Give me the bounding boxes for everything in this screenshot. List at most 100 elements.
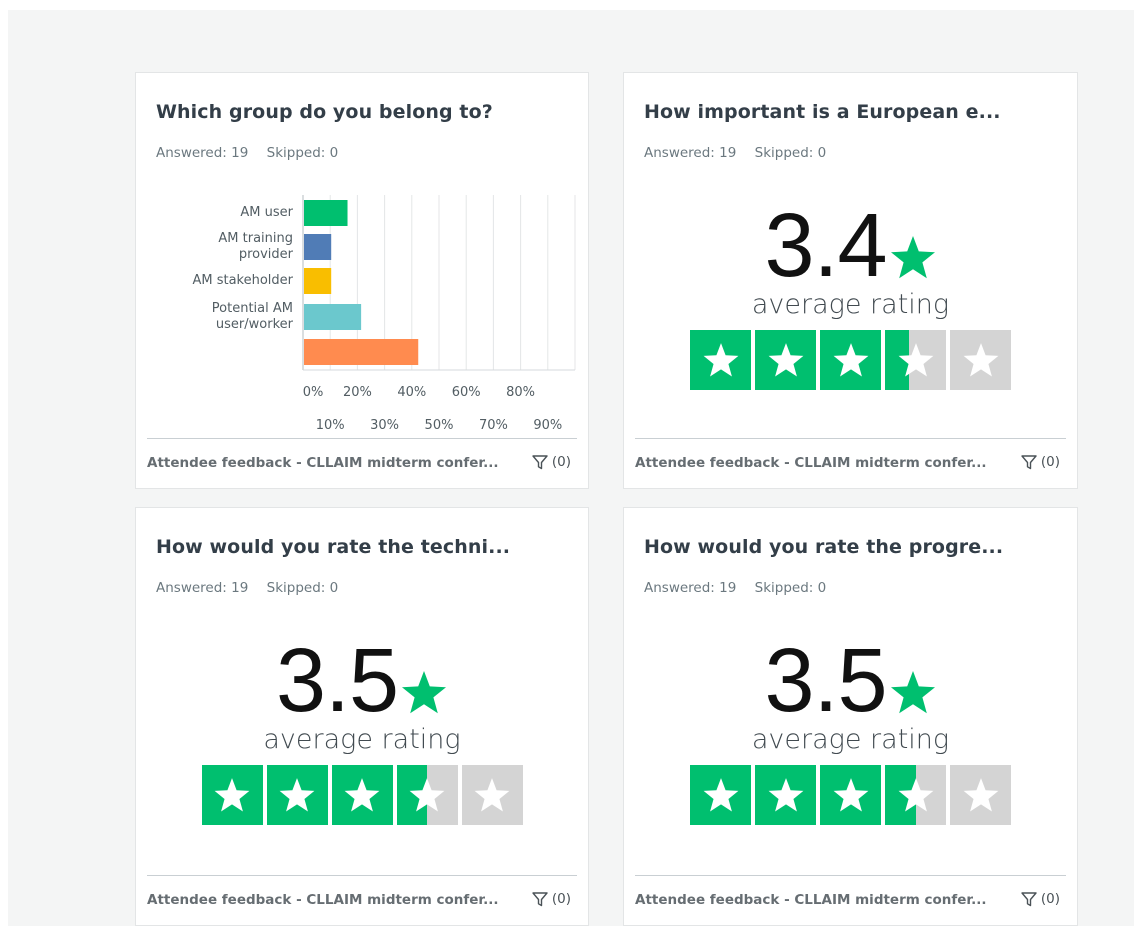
- filter-icon: [532, 892, 548, 907]
- x-tick-label: 60%: [451, 385, 481, 400]
- bar[interactable]: [304, 200, 348, 226]
- star-icon: [833, 342, 868, 376]
- rating-star-box: [950, 765, 1011, 825]
- star-icon: [344, 777, 380, 811]
- answered-count: Answered: 19: [644, 145, 737, 161]
- star-icon: [768, 777, 803, 811]
- star-icon: [963, 777, 998, 811]
- rating-star-box: [690, 765, 751, 825]
- card-footer: Attendee feedback - CLLAIM midterm confe…: [635, 875, 1066, 925]
- x-tick-label: 50%: [424, 418, 454, 433]
- star-icon: [409, 777, 445, 811]
- answered-count: Answered: 19: [644, 580, 737, 596]
- rating-star-box: [820, 765, 881, 825]
- filter-button[interactable]: (0): [1020, 890, 1060, 908]
- rating-star-box: [820, 330, 881, 390]
- card-footer: Attendee feedback - CLLAIM midterm confe…: [147, 875, 577, 925]
- response-stats: Answered: 19 Skipped: 0: [156, 580, 338, 596]
- question-card-rating[interactable]: How would you rate the techni... Answere…: [135, 507, 589, 926]
- category-label: Potential AM user/worker: [211, 301, 293, 332]
- star-rating-bar: [624, 765, 1077, 825]
- filter-button[interactable]: (0): [1020, 453, 1060, 471]
- question-card-group[interactable]: Which group do you belong to? Answered: …: [135, 72, 589, 489]
- average-rating-label: average rating: [751, 724, 950, 755]
- dashboard-canvas: Which group do you belong to? Answered: …: [8, 10, 1134, 926]
- star-icon: [898, 777, 933, 811]
- category-label: AM training provider: [218, 231, 293, 262]
- filter-count: (0): [1040, 891, 1060, 907]
- rating-star-box: [331, 765, 393, 825]
- x-tick-label: 30%: [370, 418, 400, 433]
- rating-star-box: [396, 765, 458, 825]
- filter-count: (0): [551, 891, 571, 907]
- filter-icon: [1021, 455, 1037, 470]
- skipped-count: Skipped: 0: [266, 580, 339, 596]
- x-tick-label: 10%: [315, 418, 345, 433]
- response-stats: Answered: 19 Skipped: 0: [644, 145, 826, 161]
- filter-icon: [532, 455, 548, 470]
- x-tick-label: 90%: [533, 418, 563, 433]
- star-icon: [214, 777, 250, 811]
- star-icon: [898, 342, 933, 376]
- star-icon: [890, 671, 935, 714]
- star-icon: [768, 342, 803, 376]
- average-rating-value: 3.4: [764, 196, 887, 296]
- rating-star-box: [690, 330, 751, 390]
- question-card-rating[interactable]: How would you rate the progre... Answere…: [623, 507, 1078, 926]
- rating-star-box: [755, 765, 816, 825]
- star-icon: [703, 342, 738, 376]
- question-title[interactable]: How important is a European e...: [644, 101, 1001, 123]
- rating-star-box: [885, 765, 946, 825]
- survey-source-link[interactable]: Attendee feedback - CLLAIM midterm confe…: [147, 455, 499, 471]
- bar[interactable]: [304, 268, 332, 294]
- average-rating-widget: 3.5 average rating: [624, 631, 1077, 825]
- rating-star-box: [755, 330, 816, 390]
- star-rating-bar: [624, 330, 1077, 390]
- star-icon: [703, 777, 738, 811]
- answered-count: Answered: 19: [156, 580, 249, 596]
- star-icon: [890, 236, 935, 279]
- filter-count: (0): [551, 454, 571, 470]
- bar[interactable]: [304, 339, 419, 365]
- bar[interactable]: [304, 234, 332, 260]
- star-icon: [402, 671, 447, 714]
- filter-button[interactable]: (0): [531, 453, 571, 471]
- skipped-count: Skipped: 0: [754, 145, 827, 161]
- x-tick-label: 20%: [342, 385, 372, 400]
- rating-star-box: [266, 765, 328, 825]
- star-icon: [279, 777, 315, 811]
- rating-star-box: [885, 330, 946, 390]
- average-rating-label: average rating: [263, 724, 461, 755]
- star-icon: [474, 777, 510, 811]
- rating-star-box: [461, 765, 523, 825]
- average-rating-value: 3.5: [764, 631, 887, 731]
- filter-button[interactable]: (0): [531, 890, 571, 908]
- question-title[interactable]: How would you rate the techni...: [156, 536, 510, 558]
- star-rating-bar: [136, 765, 588, 825]
- skipped-count: Skipped: 0: [754, 580, 827, 596]
- question-title[interactable]: How would you rate the progre...: [644, 536, 1003, 558]
- rating-star-box: [201, 765, 263, 825]
- bar[interactable]: [304, 304, 362, 330]
- average-rating-widget: 3.4 average rating: [624, 196, 1077, 390]
- filter-icon: [1021, 892, 1037, 907]
- rating-star-box: [950, 330, 1011, 390]
- survey-source-link[interactable]: Attendee feedback - CLLAIM midterm confe…: [635, 892, 987, 908]
- survey-source-link[interactable]: Attendee feedback - CLLAIM midterm confe…: [635, 455, 987, 471]
- star-icon: [963, 342, 998, 376]
- x-tick-label: 70%: [478, 418, 508, 433]
- category-label: AM stakeholder: [192, 273, 293, 288]
- filter-count: (0): [1040, 454, 1060, 470]
- bar-chart: AM user AM training provider AM stakeholde…: [136, 73, 588, 488]
- star-icon: [833, 777, 868, 811]
- average-rating-value: 3.5: [275, 631, 399, 731]
- x-tick-label: 0%: [302, 385, 324, 400]
- question-card-rating[interactable]: How important is a European e... Answere…: [623, 72, 1078, 489]
- response-stats: Answered: 19 Skipped: 0: [644, 580, 826, 596]
- category-label: AM user: [240, 205, 293, 220]
- card-footer: Attendee feedback - CLLAIM midterm confe…: [635, 438, 1066, 488]
- average-rating-widget: 3.5 average rating: [136, 631, 588, 825]
- card-footer: Attendee feedback - CLLAIM midterm confe…: [147, 438, 577, 488]
- survey-source-link[interactable]: Attendee feedback - CLLAIM midterm confe…: [147, 892, 499, 908]
- x-tick-label: 80%: [506, 385, 536, 400]
